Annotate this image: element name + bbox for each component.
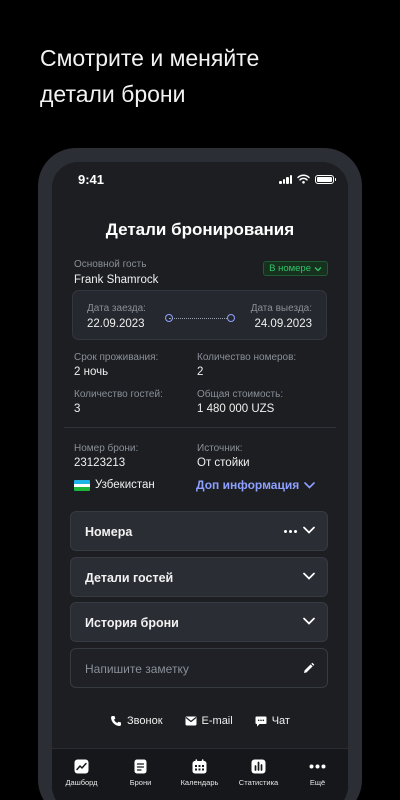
phone-icon — [111, 716, 122, 726]
status-badge-label: В номере — [269, 263, 311, 274]
promo-line-1: Смотрите и меняйте — [40, 45, 260, 71]
chat-label: Чат — [271, 715, 290, 727]
checkout-label: Дата выезда: — [250, 303, 312, 314]
chevron-down-icon — [304, 481, 316, 489]
phone-frame: 9:41 Детали бронирования Основной гость … — [38, 148, 362, 800]
more-options-icon[interactable] — [284, 530, 297, 533]
booking-history-title: История брони — [85, 616, 179, 630]
chat-button[interactable]: Чат — [255, 715, 290, 727]
rooms-section-title: Номера — [85, 525, 133, 539]
rooms-count-value: 2 — [197, 366, 204, 378]
call-button[interactable]: Звонок — [110, 715, 163, 727]
app-screen: 9:41 Детали бронирования Основной гость … — [52, 162, 348, 800]
source-value: От стойки — [197, 457, 250, 469]
duration-value: 2 ночь — [74, 366, 109, 378]
booking-number-label: Номер брони: — [74, 443, 139, 454]
promo-line-2: детали брони — [40, 81, 186, 107]
call-label: Звонок — [127, 715, 163, 727]
divider — [64, 427, 336, 428]
checkin-label: Дата заезда: — [87, 303, 146, 314]
checkout-dot-icon — [227, 314, 235, 322]
tab-more[interactable]: Ещё — [288, 759, 347, 787]
cellular-signal-icon — [279, 174, 292, 184]
page-title: Детали бронирования — [105, 220, 295, 239]
main-guest-name: Frank Shamrock — [74, 274, 159, 286]
email-button[interactable]: E-mail — [185, 715, 233, 727]
total-cost-label: Общая стоимость: — [197, 389, 284, 400]
calendar-icon — [192, 759, 207, 774]
uzbekistan-flag-icon — [74, 480, 90, 491]
guests-count-label: Количество гостей: — [74, 389, 163, 400]
tab-calendar-label: Календарь — [180, 778, 219, 787]
contact-actions: Звонок E-mail Чат — [52, 715, 348, 727]
dashboard-icon — [74, 759, 89, 774]
bottom-tab-bar: Дашборд Брони Календарь Статистика Ещё — [52, 748, 348, 800]
rooms-count-label: Количество номеров: — [197, 352, 297, 363]
tab-dashboard[interactable]: Дашборд — [52, 759, 111, 787]
more-info-label: Доп информация — [196, 478, 300, 492]
bookings-icon — [134, 759, 147, 774]
chevron-down-icon — [314, 266, 322, 271]
note-placeholder: Напишите заметку — [85, 662, 189, 676]
tab-dashboard-label: Дашборд — [65, 778, 98, 787]
tab-statistics[interactable]: Статистика — [229, 759, 288, 787]
chevron-down-icon — [303, 617, 315, 625]
guest-details-accordion[interactable]: Детали гостей — [70, 557, 328, 597]
tab-more-label: Ещё — [309, 778, 326, 787]
booking-number-value: 23123213 — [74, 457, 126, 469]
rooms-section-accordion[interactable]: Номера — [70, 511, 328, 551]
tab-calendar[interactable]: Календарь — [170, 759, 229, 787]
chevron-down-icon — [303, 572, 315, 580]
duration-label: Срок проживания: — [74, 352, 159, 363]
stay-dates-card: Дата заезда: 22.09.2023 Дата выезда: 24.… — [72, 290, 327, 340]
checkin-value: 22.09.2023 — [87, 318, 145, 330]
status-bar: 9:41 — [52, 162, 348, 196]
email-label: E-mail — [201, 715, 233, 727]
promo-heading: Смотрите и меняйте детали брони — [40, 40, 370, 112]
statistics-icon — [251, 759, 266, 774]
battery-icon — [315, 174, 336, 184]
chevron-down-icon — [303, 526, 315, 534]
status-icons — [279, 174, 336, 184]
status-time: 9:41 — [78, 172, 105, 187]
source-label: Источник: — [197, 443, 243, 454]
status-badge[interactable]: В номере — [263, 261, 328, 276]
guest-details-title: Детали гостей — [85, 571, 174, 585]
main-guest-label: Основной гость — [74, 259, 147, 270]
guests-count-value: 3 — [74, 403, 81, 415]
tab-bookings[interactable]: Брони — [111, 759, 170, 787]
pencil-icon[interactable] — [302, 662, 315, 675]
checkout-value: 24.09.2023 — [254, 318, 312, 330]
note-input[interactable]: Напишите заметку — [70, 648, 328, 688]
wifi-icon — [297, 174, 310, 184]
date-range-line — [169, 318, 231, 319]
more-icon — [309, 764, 326, 769]
mail-icon — [185, 716, 197, 726]
booking-history-accordion[interactable]: История брони — [70, 602, 328, 642]
tab-bookings-label: Брони — [129, 778, 152, 787]
total-cost-value: 1 480 000 UZS — [197, 403, 275, 415]
chat-icon — [255, 716, 267, 726]
tab-statistics-label: Статистика — [238, 778, 279, 787]
country-value: Узбекистан — [95, 479, 155, 491]
more-info-link[interactable]: Доп информация — [196, 478, 316, 492]
